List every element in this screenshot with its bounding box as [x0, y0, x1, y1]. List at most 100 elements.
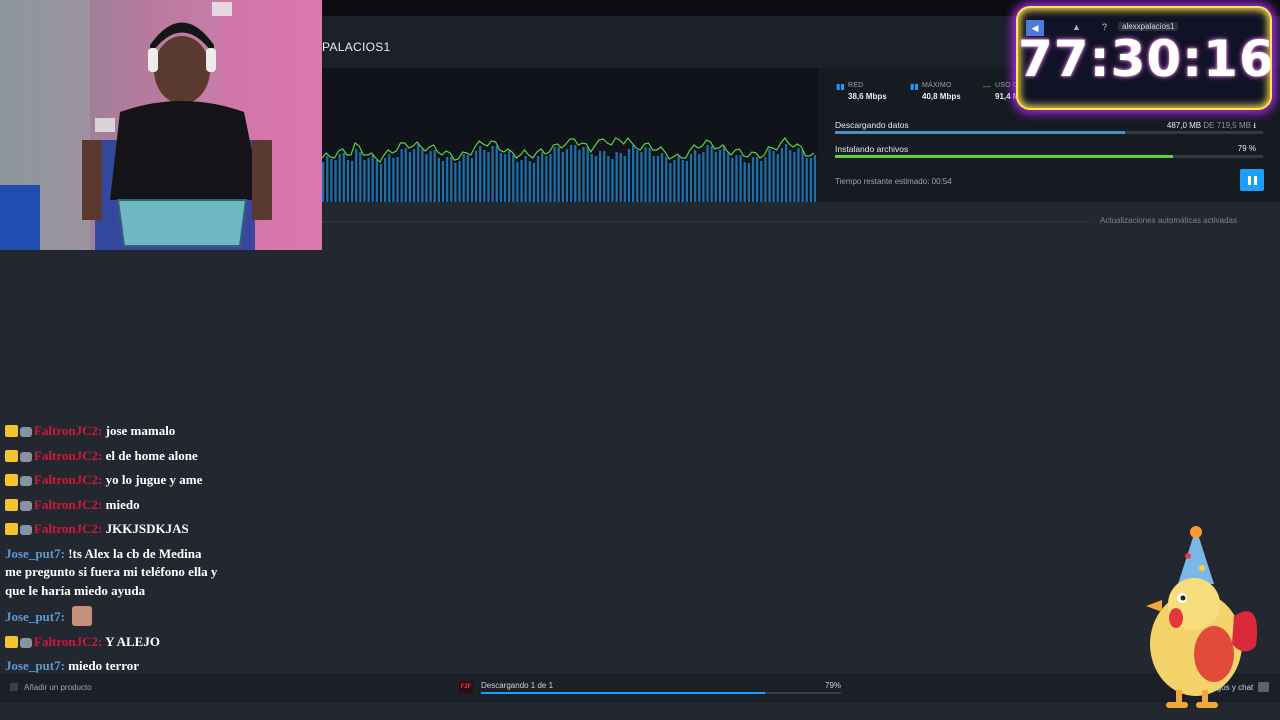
network-graph-bar	[392, 158, 395, 202]
network-graph-bar	[570, 145, 573, 202]
network-graph-bar	[702, 152, 705, 202]
network-graph-bar	[805, 158, 808, 202]
network-graph-bar	[636, 150, 639, 202]
network-graph-bar	[479, 146, 482, 202]
bottom-download-percent: 79%	[825, 681, 842, 690]
network-graph-bar	[417, 144, 420, 202]
network-graph-bar	[714, 152, 717, 202]
stream-chat: FaltronJC2: jose mamalo FaltronJC2: el de…	[5, 422, 220, 682]
bottom-status-bar	[0, 673, 1280, 703]
network-graph-bar	[784, 144, 788, 202]
crown-badge-icon	[5, 474, 18, 486]
chat-username[interactable]: Jose_put7:	[5, 658, 65, 673]
bottom-download-status[interactable]: Descargando 1 de 1	[481, 681, 553, 690]
pause-icon-bar	[1253, 175, 1257, 185]
network-graph-bar	[722, 147, 726, 202]
network-graph-bar	[458, 161, 461, 202]
bottom-download-progress-fill	[481, 692, 766, 694]
stat-peak-label: MÁXIMO	[922, 82, 952, 89]
installing-label: Instalando archivos	[835, 144, 909, 154]
chat-text: JKKJSDKJAS	[105, 521, 189, 536]
network-graph-bar	[359, 152, 362, 202]
install-progress	[835, 155, 1263, 158]
downloaded-amount: 487,0 MB	[1166, 121, 1202, 130]
add-product-button[interactable]: Añadir un producto	[10, 683, 92, 692]
network-graph-bar	[429, 151, 432, 202]
network-graph-bar	[450, 157, 453, 202]
chat-username[interactable]: Jose_put7:	[5, 609, 65, 624]
network-graph-bar	[483, 150, 486, 202]
chicken-image	[1146, 526, 1258, 708]
network-graph-bar	[561, 152, 564, 202]
crown-badge-icon	[5, 635, 18, 648]
chat-message: FaltronJC2: yo lo jugue y ame	[5, 471, 220, 490]
network-graph-bar	[371, 155, 374, 202]
network-graph-bar	[607, 156, 610, 202]
chat-username[interactable]: FaltronJC2:	[34, 521, 102, 536]
network-graph-bar	[355, 149, 358, 202]
network-graph-bar	[363, 160, 366, 202]
network-graph-bar	[735, 155, 738, 202]
network-graph-bar	[656, 156, 660, 202]
chat-username[interactable]: FaltronJC2:	[34, 423, 102, 438]
network-graph-bar	[541, 152, 544, 202]
network-graph-bar	[652, 156, 655, 202]
chat-username[interactable]: FaltronJC2:	[34, 497, 102, 512]
peak-icon: ▮▮	[910, 82, 919, 91]
network-graph-bar	[338, 154, 341, 202]
download-progress	[835, 131, 1263, 134]
network-graph-bar	[350, 161, 354, 202]
network-graph-bar	[590, 154, 593, 202]
network-graph-bar	[644, 147, 647, 202]
network-graph-bar	[565, 149, 569, 202]
network-graph-bar	[578, 150, 581, 202]
network-graph-bar	[710, 146, 713, 202]
chat-text: el de home alone	[105, 447, 198, 463]
network-graph-bar	[640, 152, 643, 202]
network-graph-bar	[772, 151, 775, 202]
network-graph-bar	[797, 148, 800, 202]
install-percent: 79 %	[1237, 144, 1256, 153]
network-graph-bar	[520, 160, 523, 202]
chat-username[interactable]: FaltronJC2:	[34, 634, 102, 649]
chat-emote-icon	[72, 606, 93, 626]
network-graph-bar	[747, 163, 750, 202]
crown-badge-icon	[5, 449, 18, 462]
network-graph-bar	[375, 160, 378, 202]
pause-button[interactable]	[1240, 169, 1264, 191]
network-graph-bar	[474, 151, 478, 202]
network-graph-bar	[718, 150, 722, 202]
stat-peak-value: 40,8 Mbps	[922, 92, 961, 101]
network-graph-bar	[632, 145, 635, 202]
download-progress-fill	[835, 131, 1125, 134]
network-graph-bar	[739, 155, 742, 202]
chat-message: FaltronJC2: jose mamalo	[5, 422, 220, 441]
chat-message: FaltronJC2: JKKJSDKJAS	[5, 520, 220, 539]
network-graph-bar	[677, 156, 680, 202]
network-graph-bar	[582, 147, 585, 202]
network-graph-bar	[594, 156, 598, 202]
network-graph	[322, 68, 818, 202]
network-graph-bar	[557, 147, 560, 202]
disk-icon: —	[983, 82, 991, 91]
network-graph-bar	[615, 152, 618, 202]
network-graph-bar	[437, 158, 440, 202]
network-graph-bar	[698, 154, 701, 202]
network-graph-bar	[470, 158, 474, 202]
network-graph-bar	[330, 159, 333, 202]
network-graph-bar	[536, 156, 540, 202]
network-graph-bar	[499, 153, 502, 202]
network-graph-bar	[367, 158, 370, 202]
game-icon: F2F	[459, 681, 473, 693]
network-graph-bar	[789, 150, 792, 202]
chat-username[interactable]: FaltronJC2:	[34, 448, 102, 463]
network-graph-bar	[421, 149, 424, 202]
network-graph-bar	[760, 161, 763, 202]
chat-username[interactable]: Jose_put7:	[5, 546, 65, 561]
network-graph-svg	[322, 137, 817, 202]
network-graph-bar	[801, 150, 804, 202]
network-graph-bar	[665, 157, 668, 202]
chat-username[interactable]: FaltronJC2:	[34, 472, 102, 487]
network-graph-bar	[611, 159, 614, 202]
controller-badge-icon	[20, 637, 32, 648]
